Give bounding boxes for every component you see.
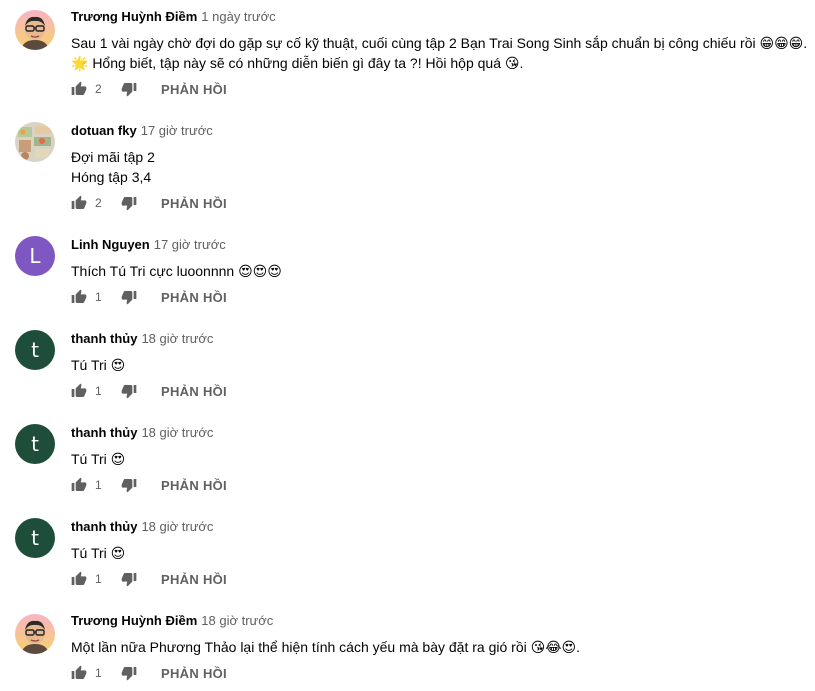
- comment-body: thanh thủy 18 giờ trước Tú Tri 😍: [71, 424, 807, 469]
- reply-button[interactable]: PHẢN HỒI: [161, 196, 227, 211]
- comment-text-line: Tú Tri 😍: [71, 357, 126, 373]
- comment-text: Sau 1 vài ngày chờ đợi do gặp sự cố kỹ t…: [71, 33, 807, 73]
- like-count: 1: [95, 384, 102, 398]
- thumbs-down-icon[interactable]: [121, 665, 137, 681]
- thumbs-down-icon[interactable]: [121, 571, 137, 587]
- avatar-letter: t: [31, 431, 39, 456]
- comment-actions: 1 PHẢN HỒI: [71, 569, 227, 589]
- thumbs-up-icon[interactable]: [71, 195, 87, 211]
- avatar-letter: L: [29, 243, 41, 268]
- reply-button[interactable]: PHẢN HỒI: [161, 572, 227, 587]
- thumbs-up-icon[interactable]: [71, 383, 87, 399]
- like-count: 1: [95, 478, 102, 492]
- thumbs-up-icon[interactable]: [71, 477, 87, 493]
- comment-actions: 1 PHẢN HỒI: [71, 475, 227, 495]
- comment-text: Một lần nữa Phương Thảo lại thể hiện tín…: [71, 637, 807, 657]
- reply-button[interactable]: PHẢN HỒI: [161, 478, 227, 493]
- thumbs-down-icon[interactable]: [121, 195, 137, 211]
- comment-text: Tú Tri 😍: [71, 355, 807, 375]
- thumbs-up-icon[interactable]: [71, 665, 87, 681]
- comment-time[interactable]: 1 ngày trước: [201, 9, 275, 24]
- comment-text-line: Sau 1 vài ngày chờ đợi do gặp sự cố kỹ t…: [71, 35, 808, 51]
- comment-actions: 2 PHẢN HỒI: [71, 193, 227, 213]
- man-glasses-avatar[interactable]: [15, 10, 55, 50]
- comment-meta: dotuan fky 17 giờ trước: [71, 122, 807, 140]
- comment-meta: Trương Huỳnh Điềm 1 ngày trước: [71, 8, 807, 26]
- comment-meta: Linh Nguyen 17 giờ trước: [71, 236, 807, 254]
- letter-avatar[interactable]: t: [15, 518, 55, 558]
- comment-text-line: Thích Tú Tri cực luoonnnn 😍😍😍: [71, 263, 282, 279]
- thumbs-down-icon[interactable]: [121, 81, 137, 97]
- like-count: 1: [95, 290, 102, 304]
- comment-meta: thanh thủy 18 giờ trước: [71, 518, 807, 536]
- reply-button[interactable]: PHẢN HỒI: [161, 384, 227, 399]
- like-count: 2: [95, 82, 102, 96]
- thumbs-down-icon[interactable]: [121, 383, 137, 399]
- comment-time[interactable]: 17 giờ trước: [154, 237, 226, 252]
- reply-button[interactable]: PHẢN HỒI: [161, 290, 227, 305]
- letter-avatar[interactable]: t: [15, 330, 55, 370]
- comment-author[interactable]: Trương Huỳnh Điềm: [71, 9, 197, 24]
- comment-author[interactable]: thanh thủy: [71, 425, 137, 440]
- comment-text: Thích Tú Tri cực luoonnnn 😍😍😍: [71, 261, 807, 281]
- comment-body: Trương Huỳnh Điềm 18 giờ trước Một lần nữ…: [71, 612, 807, 657]
- comment-body: thanh thủy 18 giờ trước Tú Tri 😍: [71, 330, 807, 375]
- comment-body: Trương Huỳnh Điềm 1 ngày trước Sau 1 vài …: [71, 8, 807, 73]
- comment-actions: 1 PHẢN HỒI: [71, 381, 227, 401]
- comment-actions: 1 PHẢN HỒI: [71, 663, 227, 683]
- comment-time[interactable]: 18 giờ trước: [141, 519, 213, 534]
- comment-meta: thanh thủy 18 giờ trước: [71, 330, 807, 348]
- like-count: 1: [95, 572, 102, 586]
- comment-text: Tú Tri 😍: [71, 449, 807, 469]
- letter-avatar[interactable]: t: [15, 424, 55, 464]
- thumbs-up-icon[interactable]: [71, 571, 87, 587]
- thumbs-up-icon[interactable]: [71, 81, 87, 97]
- comment-text-line: Tú Tri 😍: [71, 545, 126, 561]
- comment-author[interactable]: Trương Huỳnh Điềm: [71, 613, 197, 628]
- comment-author[interactable]: thanh thủy: [71, 519, 137, 534]
- reply-button[interactable]: PHẢN HỒI: [161, 666, 227, 681]
- thumbs-up-icon[interactable]: [71, 289, 87, 305]
- comment-text-line: Hóng tập 3,4: [71, 169, 152, 185]
- thumbs-down-icon[interactable]: [121, 477, 137, 493]
- like-count: 1: [95, 666, 102, 680]
- reply-button[interactable]: PHẢN HỒI: [161, 82, 227, 97]
- man-glasses-avatar[interactable]: [15, 614, 55, 654]
- comment-time[interactable]: 18 giờ trước: [141, 425, 213, 440]
- comment-meta: Trương Huỳnh Điềm 18 giờ trước: [71, 612, 807, 630]
- comment-time[interactable]: 18 giờ trước: [201, 613, 273, 628]
- like-count: 2: [95, 196, 102, 210]
- comment-meta: thanh thủy 18 giờ trước: [71, 424, 807, 442]
- avatar-letter: t: [31, 525, 39, 550]
- comment-author[interactable]: dotuan fky: [71, 123, 137, 138]
- comment-body: dotuan fky 17 giờ trước Đợi mãi tập 2 Hón…: [71, 122, 807, 187]
- comment-actions: 2 PHẢN HỒI: [71, 79, 227, 99]
- comment-text: Tú Tri 😍: [71, 543, 807, 563]
- comment-author[interactable]: thanh thủy: [71, 331, 137, 346]
- avatar-letter: t: [31, 337, 39, 362]
- comment-actions: 1 PHẢN HỒI: [71, 287, 227, 307]
- comment-body: thanh thủy 18 giờ trước Tú Tri 😍: [71, 518, 807, 563]
- comment-author[interactable]: Linh Nguyen: [71, 237, 150, 252]
- comment-time[interactable]: 17 giờ trước: [141, 123, 213, 138]
- letter-avatar[interactable]: L: [15, 236, 55, 276]
- comment-text-line: Tú Tri 😍: [71, 451, 126, 467]
- food-photo-avatar[interactable]: [15, 122, 55, 162]
- comment-body: Linh Nguyen 17 giờ trước Thích Tú Tri cực…: [71, 236, 807, 281]
- comment-text-line: Đợi mãi tập 2: [71, 149, 155, 165]
- thumbs-down-icon[interactable]: [121, 289, 137, 305]
- comment-time[interactable]: 18 giờ trước: [141, 331, 213, 346]
- comment-text-line: 🌟 Hổng biết, tập này sẽ có những diễn bi…: [71, 55, 524, 71]
- comment-text-line: Một lần nữa Phương Thảo lại thể hiện tín…: [71, 639, 581, 655]
- comment-text: Đợi mãi tập 2 Hóng tập 3,4: [71, 147, 807, 187]
